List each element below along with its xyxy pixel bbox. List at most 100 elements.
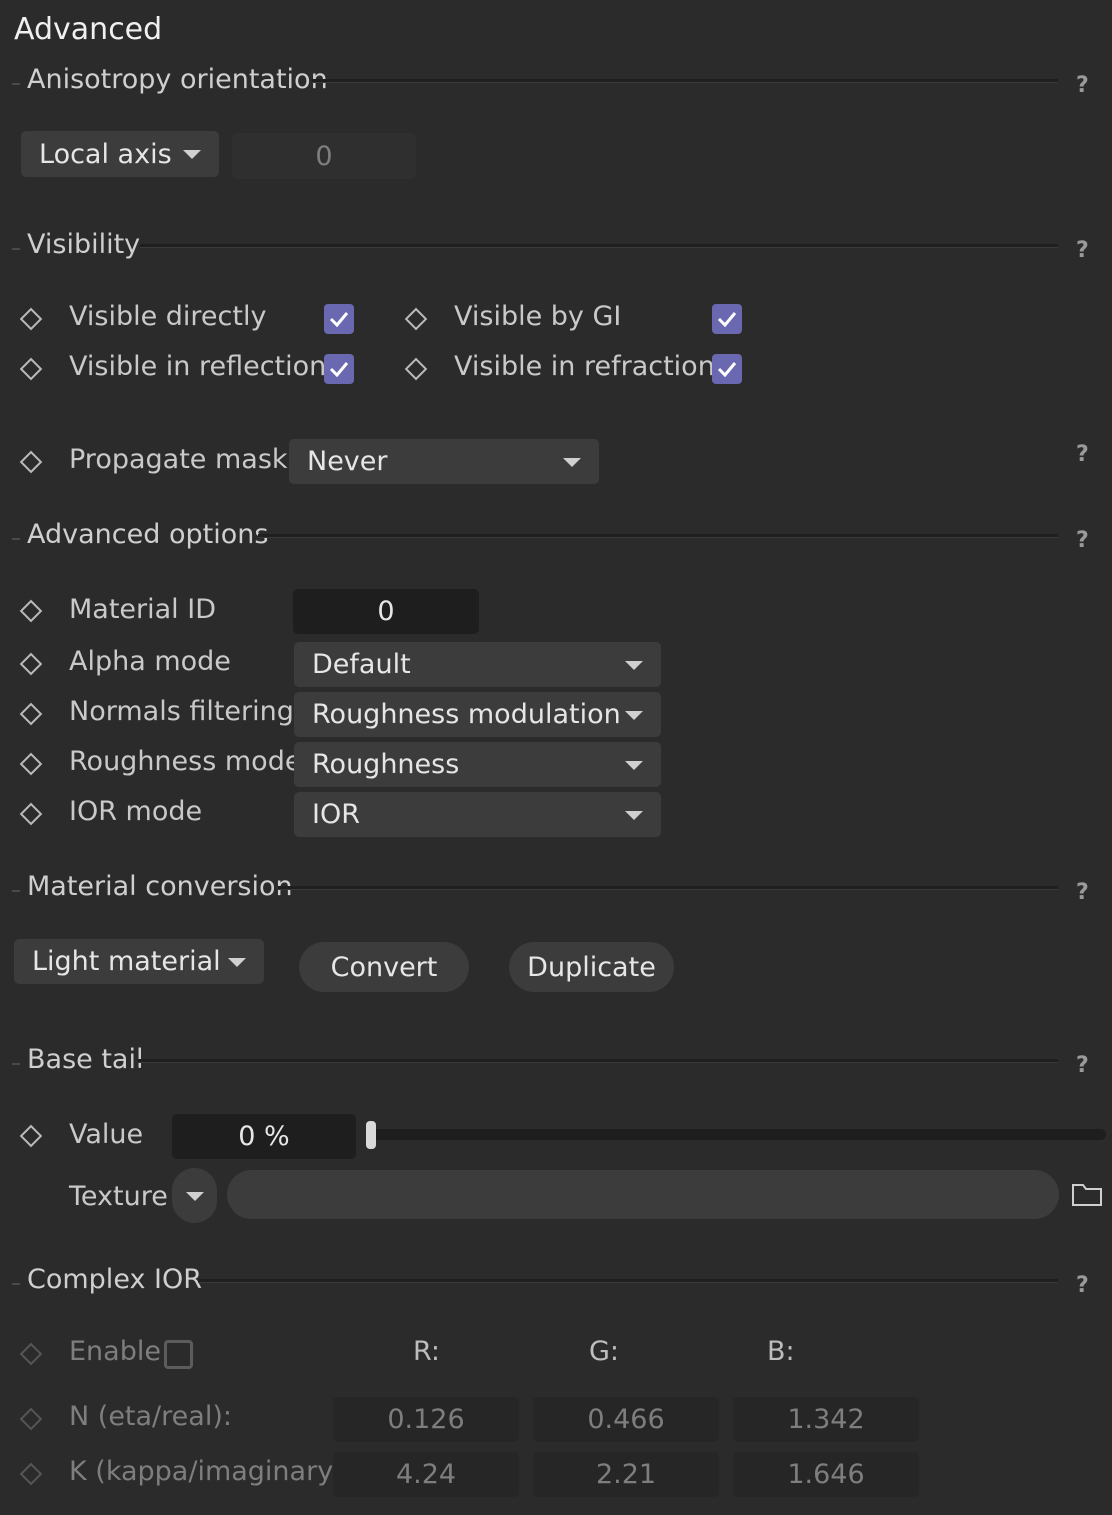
checkmark-icon: [329, 312, 349, 328]
base-tail-value-field[interactable]: 0 %: [172, 1114, 356, 1159]
section-anisotropy-title: Anisotropy orientation: [27, 64, 328, 95]
base-tail-slider-handle[interactable]: [366, 1121, 376, 1149]
help-icon[interactable]: ?: [1076, 880, 1089, 905]
help-icon[interactable]: ?: [1076, 1273, 1089, 1298]
ior-mode-dropdown[interactable]: IOR: [294, 792, 661, 837]
section-tick: [12, 1283, 20, 1285]
folder-icon[interactable]: [1071, 1181, 1103, 1214]
base-tail-value-label: Value: [69, 1119, 144, 1150]
section-divider: [138, 1059, 1058, 1063]
keyframe-diamond-icon[interactable]: [19, 1342, 43, 1366]
texture-label: Texture: [69, 1181, 168, 1212]
visible-directly-label: Visible directly: [69, 301, 267, 332]
n-r-field[interactable]: 0.126: [333, 1397, 519, 1442]
anisotropy-mode-value: Local axis: [39, 138, 172, 170]
material-id-label: Material ID: [69, 594, 217, 625]
chevron-down-icon: [183, 150, 201, 159]
section-advanced-options-title: Advanced options: [27, 519, 269, 550]
checkmark-icon: [329, 362, 349, 378]
keyframe-diamond-icon[interactable]: [19, 1407, 43, 1431]
visible-in-reflections-label: Visible in reflections: [69, 351, 341, 382]
roughness-mode-value: Roughness: [312, 749, 460, 780]
checkmark-icon: [717, 362, 737, 378]
keyframe-diamond-icon[interactable]: [19, 1124, 43, 1148]
texture-menu-button[interactable]: [172, 1168, 217, 1223]
checkmark-icon: [717, 312, 737, 328]
propagate-masks-dropdown[interactable]: Never: [289, 439, 599, 484]
chevron-down-icon: [625, 810, 643, 820]
section-base-tail-title: Base tail: [27, 1044, 144, 1075]
section-tick: [12, 890, 20, 892]
visible-in-refractions-checkbox[interactable]: [712, 354, 742, 384]
section-divider: [312, 79, 1058, 83]
chevron-down-icon: [228, 957, 246, 967]
keyframe-diamond-icon[interactable]: [19, 599, 43, 623]
keyframe-diamond-icon[interactable]: [19, 652, 43, 676]
keyframe-diamond-icon[interactable]: [19, 450, 43, 474]
help-icon[interactable]: ?: [1076, 73, 1089, 98]
chevron-down-icon: [625, 710, 643, 720]
k-kappa-label: K (kappa/imaginary):: [69, 1456, 353, 1487]
enable-checkbox[interactable]: [164, 1340, 193, 1369]
material-id-field[interactable]: 0: [293, 589, 479, 634]
section-tick: [12, 1063, 20, 1065]
chevron-down-icon: [563, 457, 581, 467]
keyframe-diamond-icon[interactable]: [19, 802, 43, 826]
ior-mode-value: IOR: [312, 799, 360, 830]
section-tick: [12, 538, 20, 540]
keyframe-diamond-icon[interactable]: [19, 702, 43, 726]
n-g-field[interactable]: 0.466: [533, 1397, 719, 1442]
section-tick: [12, 83, 20, 85]
enable-label: Enable: [69, 1336, 161, 1367]
ior-mode-label: IOR mode: [69, 796, 203, 827]
normals-filtering-dropdown[interactable]: Roughness modulation: [294, 692, 661, 737]
section-divider: [140, 244, 1058, 248]
base-tail-slider-track[interactable]: [368, 1129, 1106, 1140]
help-icon[interactable]: ?: [1076, 238, 1089, 263]
visible-by-gi-label: Visible by GI: [454, 301, 622, 332]
section-divider: [258, 534, 1058, 538]
chevron-down-icon: [625, 660, 643, 670]
n-b-field[interactable]: 1.342: [733, 1397, 919, 1442]
alpha-mode-value: Default: [312, 649, 411, 680]
alpha-mode-label: Alpha mode: [69, 646, 231, 677]
k-r-field[interactable]: 4.24: [333, 1452, 519, 1497]
keyframe-diamond-icon[interactable]: [404, 307, 428, 331]
section-divider: [278, 886, 1058, 890]
help-icon[interactable]: ?: [1076, 1053, 1089, 1078]
visible-in-refractions-label: Visible in refractions: [454, 351, 729, 382]
keyframe-diamond-icon[interactable]: [19, 307, 43, 331]
section-complex-ior-title: Complex IOR: [27, 1264, 202, 1295]
section-visibility-title: Visibility: [27, 229, 141, 260]
convert-button[interactable]: Convert: [299, 942, 469, 992]
chevron-down-icon: [186, 1191, 204, 1201]
keyframe-diamond-icon[interactable]: [19, 357, 43, 381]
visible-in-reflections-checkbox[interactable]: [324, 354, 354, 384]
conversion-type-value: Light material: [32, 946, 221, 977]
duplicate-button[interactable]: Duplicate: [509, 942, 674, 992]
n-eta-label: N (eta/real):: [69, 1401, 232, 1432]
alpha-mode-dropdown[interactable]: Default: [294, 642, 661, 687]
keyframe-diamond-icon[interactable]: [404, 357, 428, 381]
panel-title: Advanced: [14, 12, 163, 47]
propagate-masks-label: Propagate masks: [69, 444, 302, 475]
keyframe-diamond-icon[interactable]: [19, 752, 43, 776]
help-icon[interactable]: ?: [1076, 442, 1089, 467]
k-b-field[interactable]: 1.646: [733, 1452, 919, 1497]
visible-by-gi-checkbox[interactable]: [712, 304, 742, 334]
column-g-label: G:: [589, 1336, 620, 1367]
texture-slot[interactable]: [227, 1170, 1059, 1219]
normals-filtering-label: Normals filtering: [69, 696, 294, 727]
section-divider: [198, 1279, 1058, 1283]
anisotropy-mode-dropdown[interactable]: Local axis: [21, 131, 219, 177]
k-g-field[interactable]: 2.21: [533, 1452, 719, 1497]
column-r-label: R:: [413, 1336, 441, 1367]
keyframe-diamond-icon[interactable]: [19, 1462, 43, 1486]
column-b-label: B:: [767, 1336, 795, 1367]
conversion-type-dropdown[interactable]: Light material: [14, 939, 264, 984]
visible-directly-checkbox[interactable]: [324, 304, 354, 334]
propagate-masks-value: Never: [307, 446, 388, 477]
anisotropy-value-field[interactable]: 0: [232, 133, 416, 179]
roughness-mode-dropdown[interactable]: Roughness: [294, 742, 661, 787]
help-icon[interactable]: ?: [1076, 528, 1089, 553]
